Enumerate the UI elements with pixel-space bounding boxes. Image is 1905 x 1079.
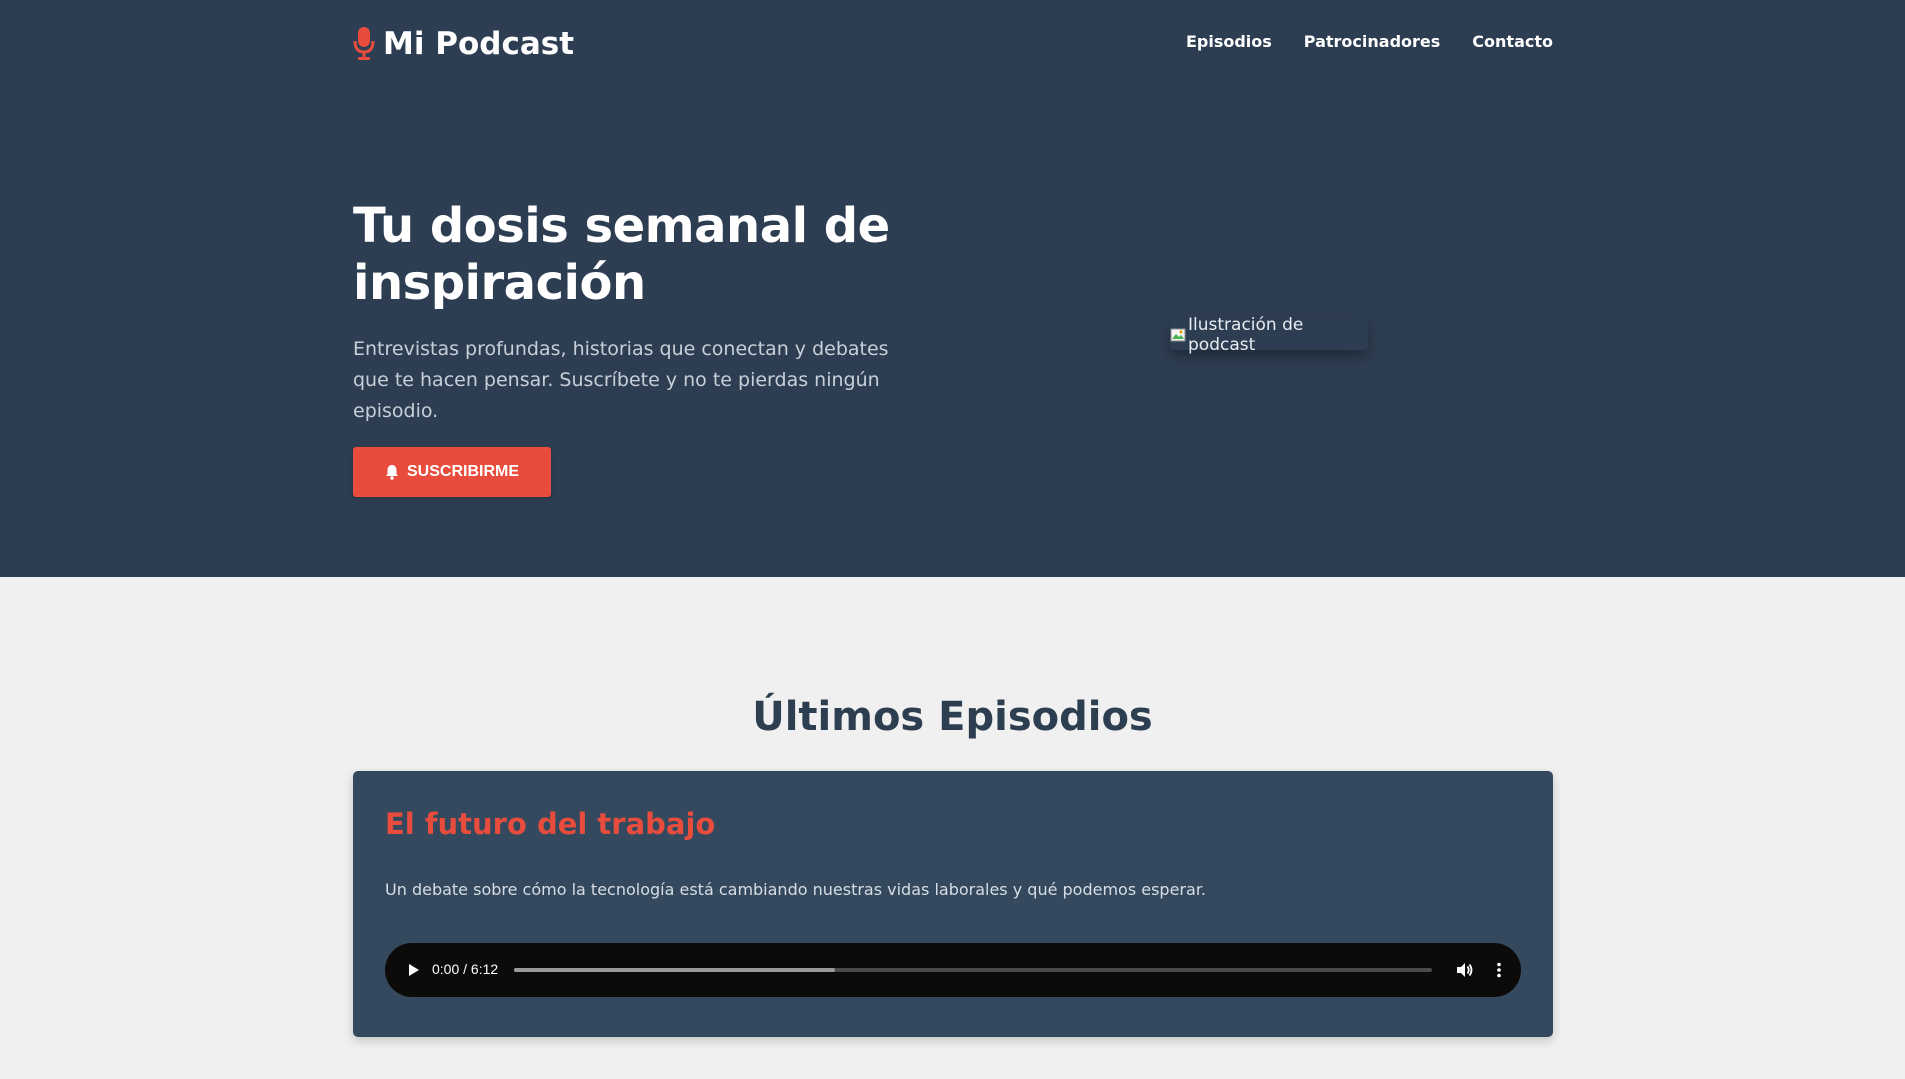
- hero-title: Tu dosis semanal de inspiración: [353, 198, 890, 311]
- episodes-section-title: Últimos Episodios: [752, 694, 1153, 740]
- more-options-icon[interactable]: [1489, 960, 1509, 980]
- bell-icon: [385, 465, 398, 480]
- episode-description: Un debate sobre cómo la tecnología está …: [385, 880, 1207, 899]
- subscribe-button[interactable]: SUSCRIBIRME: [353, 447, 551, 497]
- hero-description: Entrevistas profundas, historias que con…: [353, 338, 889, 422]
- broken-image-icon: [1170, 328, 1186, 342]
- hero-image-alt: Ilustración de podcast: [1188, 315, 1304, 355]
- episode-card: El futuro del trabajo Un debate sobre có…: [353, 771, 1553, 1037]
- episode-title: El futuro del trabajo: [385, 807, 716, 841]
- hero-text: Tu dosis semanal de inspiración Entrevis…: [353, 198, 913, 427]
- brand-name: Mi Podcast: [383, 26, 575, 62]
- hero-section: Mi Podcast Episodios Patrocinadores Cont…: [0, 0, 1905, 577]
- navbar: Mi Podcast Episodios Patrocinadores Cont…: [353, 0, 1553, 90]
- microphone-icon: [353, 27, 375, 60]
- volume-icon[interactable]: [1454, 960, 1474, 980]
- audio-player[interactable]: 0:00 / 6:12: [385, 943, 1521, 997]
- nav-links: Episodios Patrocinadores Contacto: [1186, 32, 1553, 51]
- nav-link-patrocinadores[interactable]: Patrocinadores: [1304, 32, 1441, 51]
- seek-bar[interactable]: [514, 968, 1432, 972]
- subscribe-button-label: SUSCRIBIRME: [406, 463, 519, 480]
- buffered-progress: [514, 968, 836, 972]
- nav-link-contacto[interactable]: Contacto: [1472, 32, 1553, 51]
- hero-image: Ilustración de podcast: [1170, 315, 1368, 355]
- play-icon[interactable]: [403, 960, 423, 980]
- nav-link-episodios[interactable]: Episodios: [1186, 32, 1272, 51]
- brand-logo[interactable]: Mi Podcast: [353, 24, 574, 64]
- time-display: 0:00 / 6:12: [432, 961, 499, 977]
